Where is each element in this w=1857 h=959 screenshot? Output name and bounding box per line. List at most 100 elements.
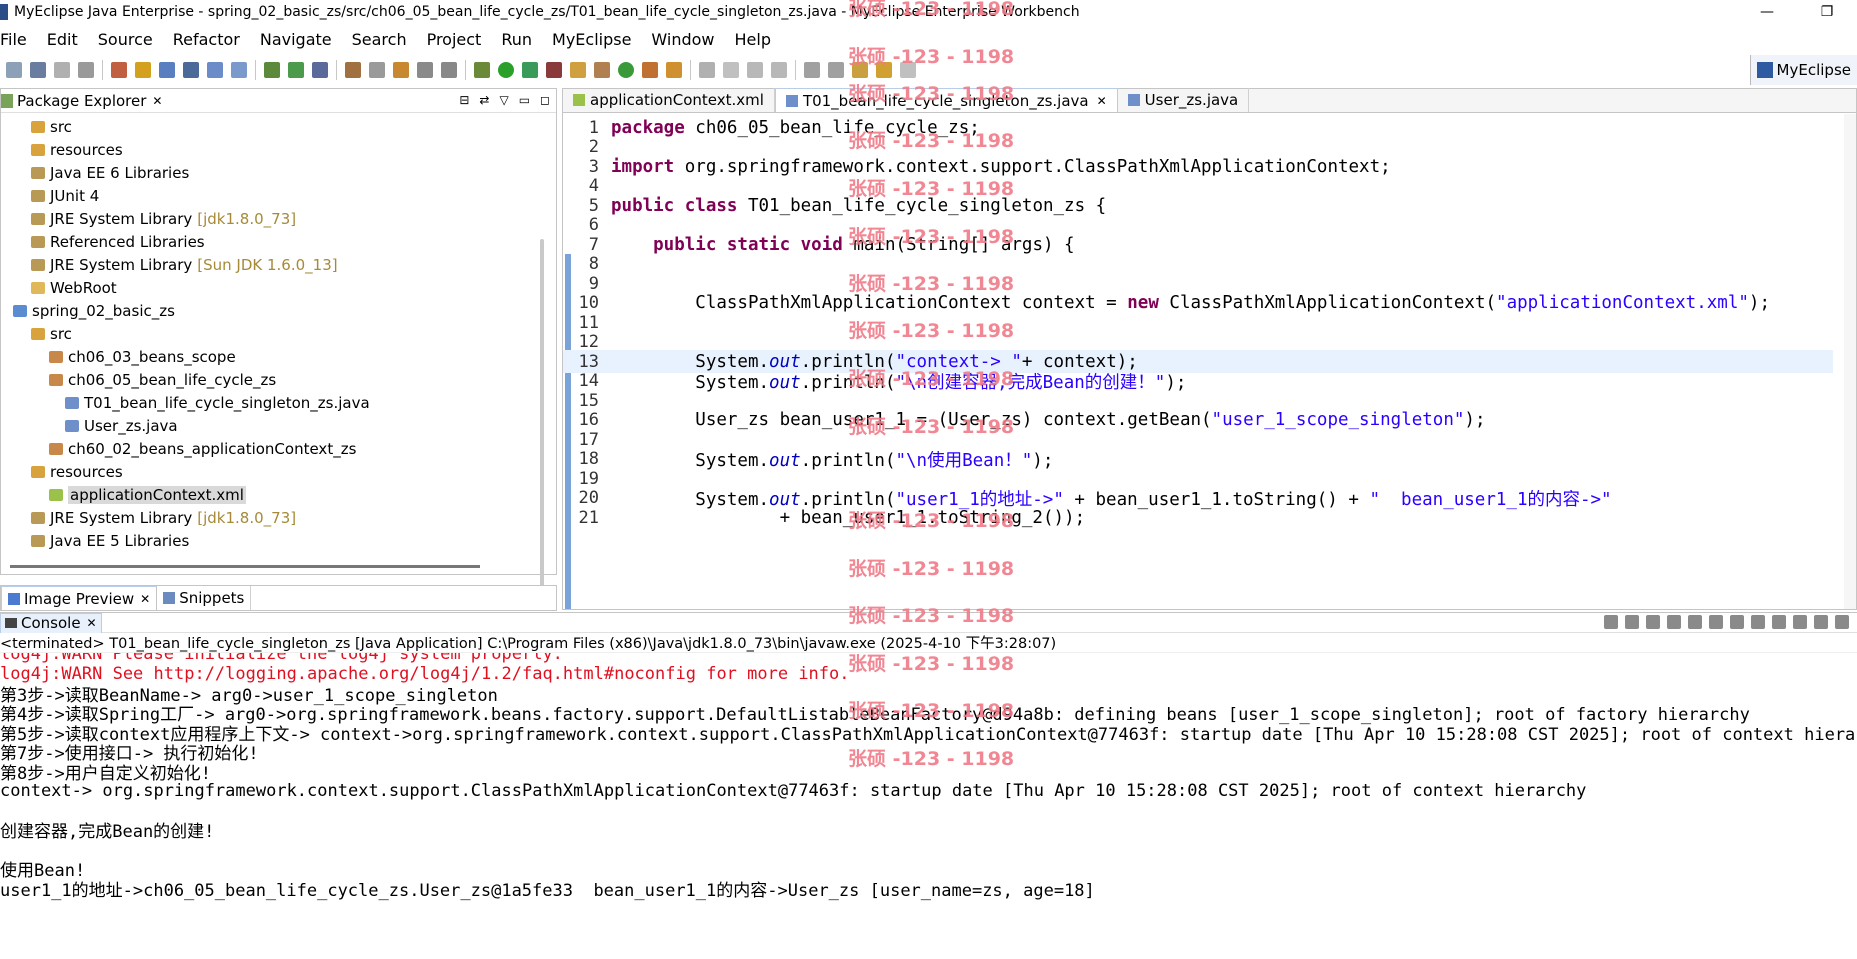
annotation-icon[interactable] bbox=[699, 62, 715, 78]
debug-icon[interactable] bbox=[474, 62, 490, 78]
prev-annotation-icon[interactable] bbox=[828, 62, 844, 78]
menu-search[interactable]: Search bbox=[352, 30, 407, 49]
tree-item[interactable]: ch60_02_beans_applicationContext_zs bbox=[1, 437, 541, 460]
pin-console-icon[interactable] bbox=[1772, 615, 1786, 629]
lamp-icon[interactable] bbox=[666, 62, 682, 78]
scroll-lock-icon[interactable] bbox=[1688, 615, 1702, 629]
menu-source[interactable]: Source bbox=[98, 30, 153, 49]
build-icon[interactable] bbox=[594, 62, 610, 78]
tab-image-preview[interactable]: Image Preview ✕ bbox=[1, 586, 158, 610]
browser-icon[interactable] bbox=[312, 62, 328, 78]
coverage-icon[interactable] bbox=[522, 62, 538, 78]
tree-item[interactable]: spring_02_basic_zs bbox=[1, 299, 541, 322]
refresh-icon[interactable] bbox=[618, 62, 634, 78]
tree-item[interactable]: Referenced Libraries bbox=[1, 230, 541, 253]
menu-myeclipse[interactable]: MyEclipse bbox=[552, 30, 631, 49]
copy-icon[interactable] bbox=[369, 62, 385, 78]
tree-item[interactable]: JRE System Library [jdk1.8.0_73] bbox=[1, 506, 541, 529]
tree-item[interactable]: JRE System Library [jdk1.8.0_73] bbox=[1, 207, 541, 230]
menu-project[interactable]: Project bbox=[427, 30, 482, 49]
block-select-icon[interactable] bbox=[747, 62, 763, 78]
open-folder-icon[interactable] bbox=[570, 62, 586, 78]
next-annotation-icon[interactable] bbox=[804, 62, 820, 78]
remove-launch-icon[interactable] bbox=[1625, 615, 1639, 629]
tree-item[interactable]: JUnit 4 bbox=[1, 184, 541, 207]
tree-scrollbar[interactable] bbox=[540, 239, 544, 589]
servers-icon[interactable] bbox=[288, 62, 304, 78]
link-editor-icon[interactable]: ⇄ bbox=[479, 93, 489, 107]
menu-edit[interactable]: Edit bbox=[47, 30, 78, 49]
tab-applicationcontext-xml[interactable]: applicationContext.xml bbox=[563, 88, 775, 112]
whitespace-icon[interactable] bbox=[771, 62, 787, 78]
save-all-icon[interactable] bbox=[54, 62, 70, 78]
tab-snippets[interactable]: Snippets bbox=[157, 586, 252, 610]
tree-item[interactable]: JRE System Library [Sun JDK 1.6.0_13] bbox=[1, 253, 541, 276]
pen-icon[interactable] bbox=[642, 62, 658, 78]
tab-user-zs-java[interactable]: User_zs.java bbox=[1118, 88, 1250, 112]
maximize-button[interactable]: ❐ bbox=[1797, 0, 1857, 24]
view-menu-icon[interactable] bbox=[1835, 615, 1849, 629]
package-explorer-title[interactable]: Package Explorer bbox=[17, 92, 146, 110]
editor-scrollbar[interactable] bbox=[1844, 114, 1856, 609]
maximize-view-icon[interactable]: ◻ bbox=[540, 93, 550, 107]
save-icon[interactable] bbox=[30, 62, 46, 78]
tree-item-icon bbox=[31, 235, 45, 248]
show-stderr-icon[interactable] bbox=[1751, 615, 1765, 629]
minimize-button[interactable]: — bbox=[1737, 0, 1797, 24]
deploy-icon[interactable] bbox=[159, 62, 175, 78]
menu-help[interactable]: Help bbox=[735, 30, 771, 49]
menu-window[interactable]: Window bbox=[651, 30, 714, 49]
close-icon[interactable]: ✕ bbox=[140, 592, 150, 606]
toggle-mark-icon[interactable] bbox=[723, 62, 739, 78]
tree-item[interactable]: resources bbox=[1, 460, 541, 483]
tree-item[interactable]: src bbox=[1, 322, 541, 345]
search-icon[interactable] bbox=[231, 62, 247, 78]
collapse-all-icon[interactable]: ⊟ bbox=[459, 93, 469, 107]
external-tools-icon[interactable] bbox=[546, 62, 562, 78]
print-icon[interactable] bbox=[78, 62, 94, 78]
deploy-app-icon[interactable] bbox=[264, 62, 280, 78]
terminal-icon[interactable] bbox=[441, 62, 457, 78]
tree-item[interactable]: WebRoot bbox=[1, 276, 541, 299]
code-area[interactable]: 1 package ch06_05_bean_life_cycle_zs; 2 3 im… bbox=[563, 114, 1856, 609]
tree-item[interactable]: applicationContext.xml bbox=[1, 483, 541, 506]
new-icon[interactable] bbox=[6, 62, 22, 78]
new-wizard-icon[interactable] bbox=[111, 62, 127, 78]
tree-item[interactable]: User_zs.java bbox=[1, 414, 541, 437]
tree-item[interactable]: ch06_05_bean_life_cycle_zs bbox=[1, 368, 541, 391]
tree-item[interactable]: Java EE 5 Libraries bbox=[1, 529, 541, 552]
package-icon[interactable] bbox=[135, 62, 151, 78]
task-icon[interactable] bbox=[393, 62, 409, 78]
new-console-icon[interactable] bbox=[1814, 615, 1828, 629]
menu-run[interactable]: Run bbox=[501, 30, 532, 49]
menu-file[interactable]: File bbox=[0, 30, 27, 49]
close-icon[interactable]: ✕ bbox=[87, 616, 97, 630]
menu-refactor[interactable]: Refactor bbox=[173, 30, 240, 49]
tree-item[interactable]: src bbox=[1, 115, 541, 138]
view-menu-icon[interactable]: ▽ bbox=[499, 93, 508, 107]
show-stdout-icon[interactable] bbox=[1730, 615, 1744, 629]
settings-icon[interactable] bbox=[417, 62, 433, 78]
clear-console-icon[interactable] bbox=[1667, 615, 1681, 629]
close-icon[interactable]: ✕ bbox=[1097, 94, 1107, 108]
menu-navigate[interactable]: Navigate bbox=[260, 30, 332, 49]
close-icon[interactable]: ✕ bbox=[152, 94, 162, 108]
remove-all-icon[interactable] bbox=[1646, 615, 1660, 629]
word-wrap-icon[interactable] bbox=[1709, 615, 1723, 629]
terminate-icon[interactable] bbox=[1604, 615, 1618, 629]
code-line[interactable]: 21 + bean_user1_1.toString_2()); bbox=[563, 506, 1833, 529]
tree-item[interactable]: T01_bean_life_cycle_singleton_zs.java bbox=[1, 391, 541, 414]
tab-console[interactable]: Console ✕ bbox=[0, 612, 102, 633]
minimize-view-icon[interactable]: ▭ bbox=[519, 93, 530, 107]
display-console-icon[interactable] bbox=[1793, 615, 1807, 629]
tree-item[interactable]: Java EE 6 Libraries bbox=[1, 161, 541, 184]
tree-item[interactable]: resources bbox=[1, 138, 541, 161]
tree-item-label: JRE System Library bbox=[50, 255, 193, 274]
open-type-icon[interactable] bbox=[207, 62, 223, 78]
server-icon[interactable] bbox=[183, 62, 199, 78]
tree-horizontal-scrollbar[interactable] bbox=[10, 565, 480, 568]
tree-item[interactable]: ch06_03_beans_scope bbox=[1, 345, 541, 368]
perspective-switcher[interactable]: MyEclipse bbox=[1749, 55, 1857, 85]
run-icon[interactable] bbox=[498, 62, 514, 78]
edit-icon[interactable] bbox=[345, 62, 361, 78]
